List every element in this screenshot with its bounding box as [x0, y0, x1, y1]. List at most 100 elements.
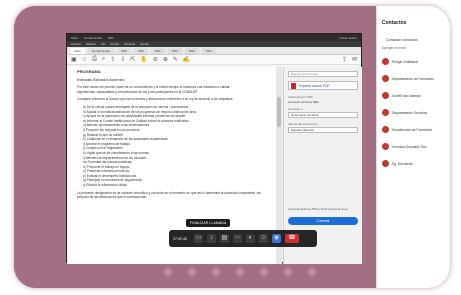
contact-item[interactable]: Subdirección de Formación	[382, 126, 445, 133]
document-tabs: Inicio Herramientas PDF PDF PDF PDF PDF …	[67, 47, 361, 55]
down-arrow-icon[interactable]: ⇩	[120, 56, 125, 63]
search-icon[interactable]: ⌕	[102, 56, 105, 63]
reaction-dot	[164, 268, 172, 276]
chat-icon[interactable]: ▤	[220, 234, 229, 243]
video-call-window: Inicio Herramientas PDF Iniciar sesión A…	[14, 6, 450, 288]
contacts-title: Contactos	[382, 20, 407, 26]
meeting-stage: Inicio Herramientas PDF Iniciar sesión A…	[14, 6, 376, 288]
contact-name: Subdirección de Formación	[392, 127, 433, 132]
export-pdf-label: Exportar archivo PDF	[299, 83, 330, 88]
language-value: Español (México)	[291, 128, 315, 132]
mail-icon[interactable]: ✉	[352, 56, 357, 63]
call-control-bar: 37:52:46 ▭ ♪ ▤ ⋯ ◐ ☺ ◉ ☎	[169, 230, 317, 247]
menu-item-help[interactable]: Ayuda	[140, 42, 148, 46]
avatar	[382, 160, 389, 167]
tools-search-placeholder: Buscar herramientas	[291, 72, 319, 76]
language-select[interactable]: Español (México)	[288, 127, 358, 133]
contacts-subtitle: Agregar en línea	[382, 46, 406, 50]
contact-name: Sg. Dirchardis	[392, 161, 413, 166]
contact-name: Xochitl Ivon Alemán	[392, 93, 421, 98]
document-closing: La presente designación es de carácter h…	[77, 190, 261, 200]
contact-name: Pengin Omitizkett	[392, 59, 418, 64]
contact-item[interactable]: Sg. Dirchardis	[382, 160, 445, 167]
convert-heading: Convertir archivos PDF	[288, 100, 320, 104]
contact-item[interactable]: Departamento Servicios	[382, 109, 445, 116]
reaction-dot	[308, 268, 316, 276]
avatar	[382, 58, 389, 65]
avatar	[382, 126, 389, 133]
end-call-button[interactable]: ☎	[285, 234, 299, 243]
camera-icon[interactable]: ◐	[246, 234, 255, 243]
menu-item-view[interactable]: Ver	[101, 42, 106, 46]
call-timer: 37:52:46	[173, 236, 187, 241]
format-select[interactable]: Documento de Word	[288, 112, 358, 118]
contact-name: Departamento Servicios	[392, 110, 428, 115]
shared-screen: Inicio Herramientas PDF Iniciar sesión A…	[66, 33, 362, 264]
contact-name: Departamento de Formación	[392, 76, 434, 81]
tab-home[interactable]: Inicio	[70, 47, 86, 54]
comment-icon[interactable]: ✎	[173, 56, 178, 63]
tab-pdf[interactable]: PDF	[168, 47, 183, 54]
app-title-bar: Inicio Herramientas PDF Iniciar sesión	[67, 34, 361, 41]
title-item[interactable]: Inicio	[71, 36, 78, 40]
menu-item-sign[interactable]: Firmar	[110, 42, 119, 46]
reaction-dot	[260, 268, 268, 276]
sign-icon[interactable]: ✍	[183, 56, 190, 63]
more-options-icon[interactable]: ⋯	[233, 234, 242, 243]
contact-item[interactable]: Pengin Omitizkett	[382, 58, 445, 65]
print-icon[interactable]: ⎙	[92, 56, 97, 63]
tab-pdf[interactable]: PDF	[117, 47, 132, 54]
menu-item-file[interactable]: Archivo	[71, 42, 81, 46]
reaction-dot	[188, 268, 196, 276]
format-value: Documento de Word	[291, 113, 319, 117]
contact-item[interactable]: Departamento de Formación	[382, 75, 445, 82]
star-icon[interactable]: ☆	[82, 56, 87, 63]
tab-tools[interactable]: Herramientas	[88, 47, 115, 54]
reactions-icon[interactable]: ☺	[259, 234, 268, 243]
contact-name: Veronica González Guz	[392, 144, 427, 149]
scrollbar-thumb[interactable]	[277, 97, 281, 127]
avatar	[382, 92, 389, 99]
export-sub-label: Adobe Export PDF	[288, 95, 314, 99]
tools-search-input[interactable]: Buscar herramientas	[288, 71, 358, 77]
menu-item-window[interactable]: Ventana	[124, 42, 135, 46]
microphone-icon[interactable]: ♪	[207, 234, 216, 243]
language-label: Idioma del documento	[288, 122, 318, 126]
contact-item[interactable]: Veronica González Guz	[382, 143, 445, 150]
contact-item[interactable]: Xochitl Ivon Alemán	[382, 92, 445, 99]
contacts-panel: Contactos Consultar contactos Agregar en…	[376, 6, 450, 288]
convert-button[interactable]: Convertir	[288, 217, 358, 225]
save-icon[interactable]: ▣	[71, 56, 77, 63]
search-contacts-button[interactable]: Consultar contactos	[382, 38, 445, 42]
reaction-dot	[212, 268, 220, 276]
tab-pdf[interactable]: PDF	[202, 47, 217, 54]
up-arrow-icon[interactable]: ⇧	[110, 56, 115, 63]
hand-icon[interactable]: ✋	[140, 56, 147, 63]
zoom-out-icon[interactable]: ⊖	[153, 56, 158, 63]
share-screen-icon[interactable]: ▭	[194, 234, 203, 243]
tab-pdf[interactable]: PDF	[185, 47, 200, 54]
pdf-file-icon	[291, 82, 296, 89]
avatar	[382, 109, 389, 116]
tab-pdf[interactable]: PDF	[151, 47, 166, 54]
cursor-icon[interactable]: ⇱	[130, 56, 135, 63]
avatar	[382, 75, 389, 82]
reaction-dot	[236, 268, 244, 276]
participant-reactions	[164, 268, 316, 276]
tab-pdf[interactable]: PDF	[134, 47, 149, 54]
format-label: Convertir a	[288, 107, 303, 111]
zoom-in-icon[interactable]: ⊕	[163, 56, 168, 63]
sign-in-link[interactable]: Iniciar sesión	[339, 36, 357, 40]
avatar	[382, 143, 389, 150]
end-call-tooltip: FINALIZAR LLAMADA	[186, 219, 231, 227]
reaction-dot	[284, 268, 292, 276]
title-item[interactable]: PDF	[108, 36, 114, 40]
share-icon[interactable]: ⇪	[342, 56, 347, 63]
title-item[interactable]: Herramientas	[84, 36, 102, 40]
participants-icon[interactable]: ◉	[272, 234, 281, 243]
menu-item-edit[interactable]: Edición	[86, 42, 96, 46]
screenshot-frame: Inicio Herramientas PDF Iniciar sesión A…	[0, 0, 461, 295]
convert-note: Convierta archivos PDF a Word o Excel en…	[288, 207, 348, 211]
pdf-toolbar: ▣ ☆ ⎙ ⌕ ⇧ ⇩ ⇱ ✋ ⊖ ⊕ ✎ ✍ ⇪ ✉	[67, 55, 361, 65]
export-pdf-option[interactable]: Exportar archivo PDF	[288, 81, 358, 90]
